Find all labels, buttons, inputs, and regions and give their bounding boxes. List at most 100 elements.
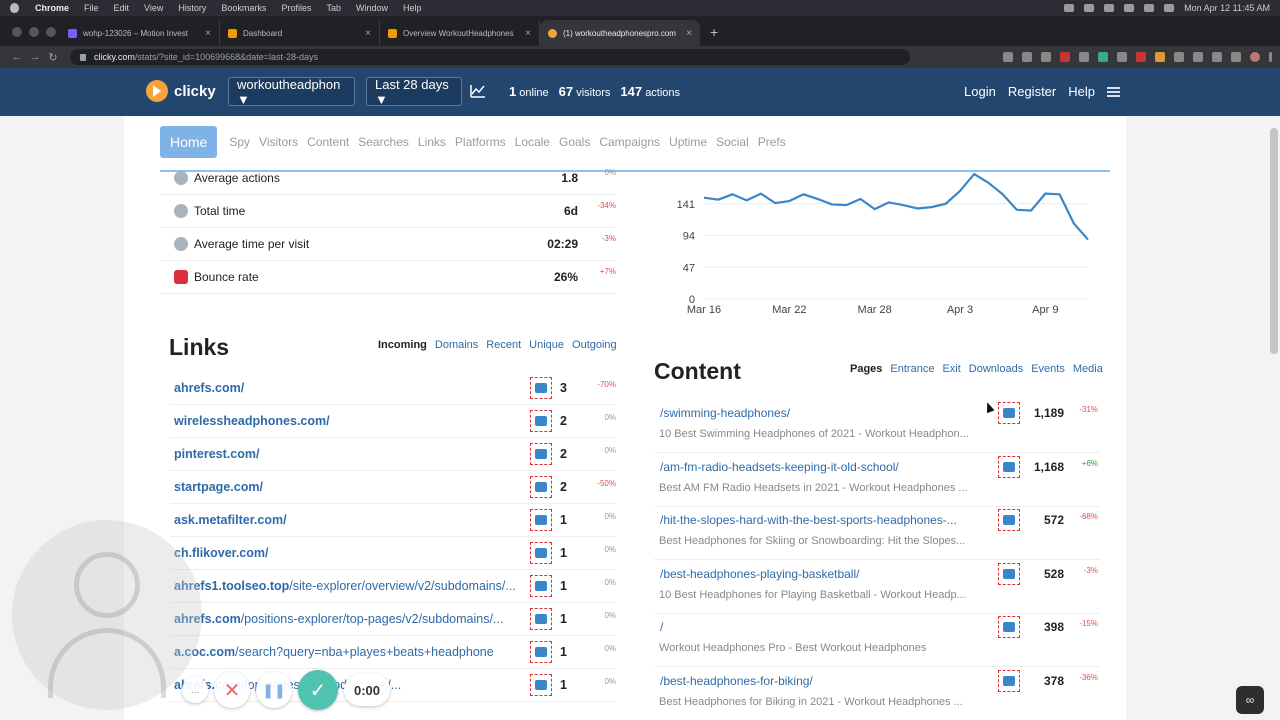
help-link[interactable]: Help (1068, 84, 1095, 99)
links-tab-recent[interactable]: Recent (486, 339, 521, 351)
nav-visitors[interactable]: Visitors (259, 135, 298, 149)
browser-tab[interactable]: Overview WorkoutHeadphones × (380, 20, 540, 46)
menu-profiles[interactable]: Profiles (281, 3, 311, 13)
forward-icon[interactable]: → (26, 51, 44, 63)
minimize-window-icon[interactable] (29, 27, 39, 37)
popout-icon[interactable] (530, 641, 552, 663)
referrer-link[interactable]: wirelessheadphones.com/ (170, 414, 530, 428)
links-tab-outgoing[interactable]: Outgoing (572, 339, 617, 351)
popout-icon[interactable] (530, 509, 552, 531)
bookmark-star-icon[interactable] (1041, 52, 1051, 62)
popout-icon[interactable] (530, 377, 552, 399)
referrer-link[interactable]: a.coc.com/search?query=nba+playes+beats+… (170, 645, 530, 659)
page-path-link[interactable]: / (660, 620, 990, 634)
nav-searches[interactable]: Searches (358, 135, 409, 149)
menu-tab[interactable]: Tab (326, 3, 341, 13)
close-tab-icon[interactable]: × (525, 28, 531, 39)
dropbox-icon[interactable] (1064, 4, 1075, 12)
close-tab-icon[interactable]: × (205, 28, 211, 39)
extension-icon[interactable] (1193, 52, 1203, 62)
links-tab-incoming[interactable]: Incoming (378, 339, 427, 351)
content-tab-pages[interactable]: Pages (850, 363, 882, 375)
page-path-link[interactable]: /swimming-headphones/ (660, 406, 990, 420)
reload-icon[interactable]: ↻ (44, 51, 62, 64)
menubar-clock[interactable]: Mon Apr 12 11:45 AM (1184, 3, 1270, 13)
menu-file[interactable]: File (84, 3, 99, 13)
nav-spy[interactable]: Spy (229, 135, 250, 149)
nav-goals[interactable]: Goals (559, 135, 590, 149)
site-selector[interactable]: workoutheadphon ▼ (228, 77, 355, 107)
close-tab-icon[interactable]: × (686, 28, 692, 39)
menu-history[interactable]: History (178, 3, 206, 13)
extension-icon[interactable] (1079, 52, 1089, 62)
links-tab-domains[interactable]: Domains (435, 339, 478, 351)
kebab-menu-icon[interactable] (1269, 52, 1272, 62)
profile-avatar[interactable] (1250, 52, 1260, 62)
referrer-link[interactable]: ahrefs.com/positions-explorer/top-pages/… (170, 612, 530, 626)
nav-content[interactable]: Content (307, 135, 349, 149)
more-options-button[interactable]: ... (182, 677, 208, 703)
page-path-link[interactable]: /best-headphones-playing-basketball/ (660, 567, 990, 581)
popout-icon[interactable] (998, 509, 1020, 531)
nav-home-tab[interactable]: Home (160, 126, 218, 158)
browser-tab-active[interactable]: (1) workoutheadphonespro.com × (540, 20, 700, 46)
page-path-link[interactable]: /am-fm-radio-headsets-keeping-it-old-sch… (660, 460, 990, 474)
popout-icon[interactable] (530, 476, 552, 498)
close-window-icon[interactable] (12, 27, 22, 37)
content-tab-exit[interactable]: Exit (942, 363, 960, 375)
content-tab-downloads[interactable]: Downloads (969, 363, 1023, 375)
login-link[interactable]: Login (964, 84, 996, 99)
new-tab-icon[interactable]: + (710, 24, 718, 40)
camera-icon[interactable] (1003, 52, 1013, 62)
popout-icon[interactable] (530, 674, 552, 696)
zoom-icon[interactable] (1022, 52, 1032, 62)
referrer-link[interactable]: ch.flikover.com/ (170, 546, 530, 560)
page-scrollbar[interactable] (1270, 128, 1278, 354)
close-tab-icon[interactable]: × (365, 28, 371, 39)
extension-icon[interactable] (1098, 52, 1108, 62)
popout-icon[interactable] (998, 455, 1020, 478)
hamburger-menu-icon[interactable] (1107, 86, 1120, 97)
back-icon[interactable]: ← (8, 51, 26, 63)
menu-bookmarks[interactable]: Bookmarks (221, 3, 266, 13)
referrer-link[interactable]: startpage.com/ (170, 480, 530, 494)
menu-edit[interactable]: Edit (114, 3, 130, 13)
date-range-selector[interactable]: Last 28 days ▼ (366, 77, 462, 107)
extension-icon[interactable] (1174, 52, 1184, 62)
address-bar[interactable]: clicky.com /stats/?site_id=100699668&dat… (70, 49, 910, 65)
register-link[interactable]: Register (1008, 84, 1056, 99)
content-tab-events[interactable]: Events (1031, 363, 1065, 375)
referrer-link[interactable]: ahrefs.com/ (170, 381, 530, 395)
clicky-logo[interactable]: clicky (146, 80, 216, 102)
popout-icon[interactable] (530, 542, 552, 564)
page-path-link[interactable]: /hit-the-slopes-hard-with-the-best-sport… (660, 513, 990, 527)
referrer-link[interactable]: pinterest.com/ (170, 447, 530, 461)
menu-help[interactable]: Help (403, 3, 422, 13)
popout-icon[interactable] (530, 608, 552, 630)
nav-links[interactable]: Links (418, 135, 446, 149)
popout-icon[interactable] (998, 562, 1020, 585)
nav-platforms[interactable]: Platforms (455, 135, 506, 149)
trend-chart-icon[interactable] (470, 84, 486, 98)
finish-recording-button[interactable]: ✓ (298, 670, 338, 710)
extension-icon[interactable] (1155, 52, 1165, 62)
apple-icon[interactable] (10, 3, 19, 13)
nav-locale[interactable]: Locale (515, 135, 550, 149)
referrer-link[interactable]: ahrefs1.toolseo.top/site-explorer/overvi… (170, 579, 530, 593)
zoom-window-icon[interactable] (46, 27, 56, 37)
content-tab-entrance[interactable]: Entrance (890, 363, 934, 375)
menu-window[interactable]: Window (356, 3, 388, 13)
browser-tab[interactable]: wohp-123026 – Motion Invest × (60, 20, 220, 46)
battery-icon[interactable] (1124, 4, 1135, 12)
nav-campaigns[interactable]: Campaigns (599, 135, 660, 149)
lock-icon[interactable] (80, 53, 86, 61)
wifi-icon[interactable] (1144, 4, 1155, 12)
bluetooth-icon[interactable] (1104, 4, 1115, 12)
spotlight-icon[interactable] (1164, 4, 1175, 12)
menu-app[interactable]: Chrome (35, 3, 69, 13)
extension-icon[interactable] (1117, 52, 1127, 62)
nav-social[interactable]: Social (716, 135, 749, 149)
menu-view[interactable]: View (144, 3, 163, 13)
extension-icon[interactable] (1212, 52, 1222, 62)
popout-icon[interactable] (530, 575, 552, 597)
